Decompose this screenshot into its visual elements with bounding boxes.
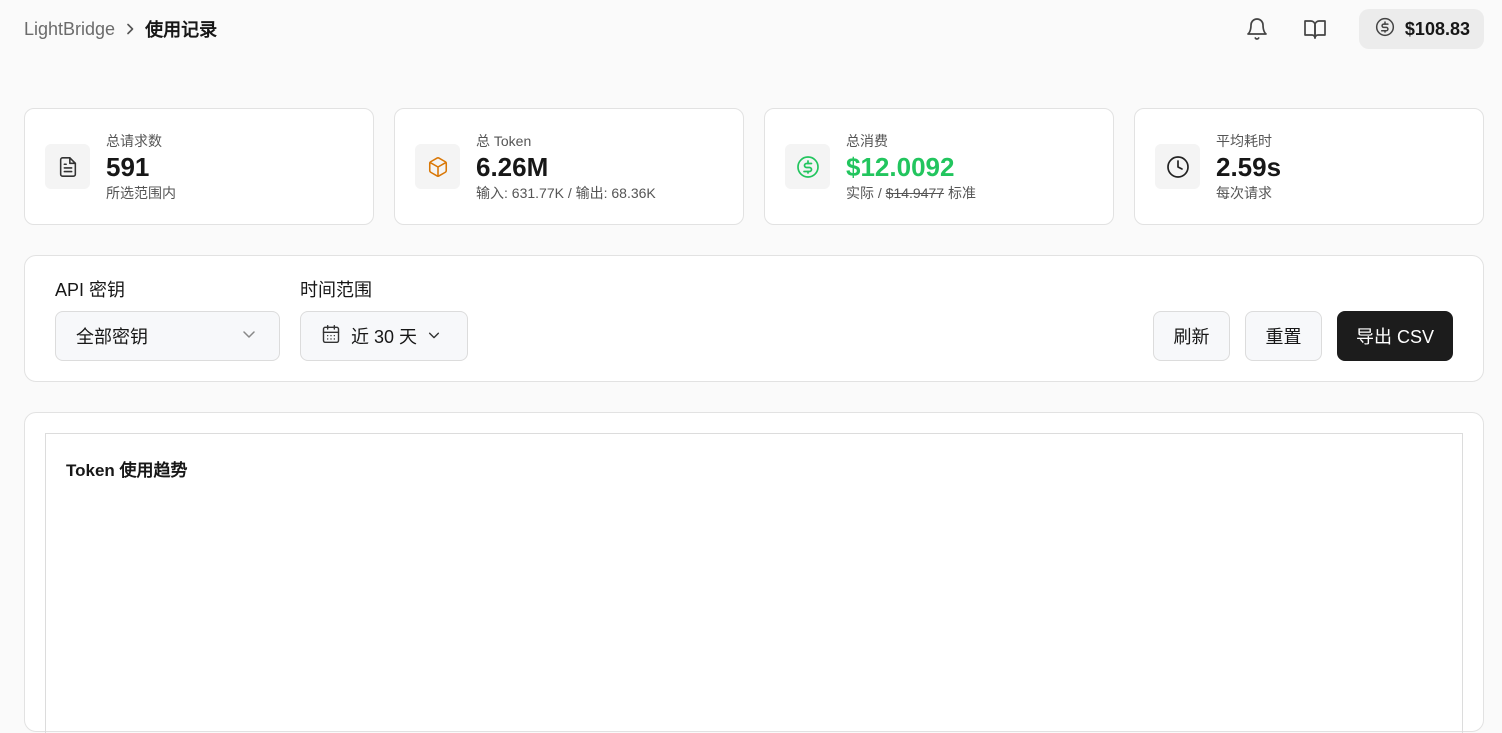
file-text-icon	[45, 144, 90, 189]
stat-sub: 实际 / $14.9477 标准	[846, 184, 976, 202]
balance-button[interactable]: $108.83	[1358, 9, 1484, 49]
api-key-select[interactable]: 全部密钥	[55, 311, 280, 361]
stat-value: 591	[106, 151, 150, 182]
stat-card-requests: 总请求数 591 所选范围内	[24, 108, 374, 225]
api-key-label: API 密钥	[55, 280, 126, 300]
dollar-circle-icon	[1375, 17, 1395, 42]
stat-card-cost: 总消费 $12.0092 实际 / $14.9477 标准	[764, 108, 1114, 225]
chevron-down-icon	[241, 326, 257, 347]
chart-title: Token 使用趋势	[66, 461, 188, 480]
stat-label: 总请求数	[106, 132, 162, 149]
stat-sub: 输入: 631.77K / 输出: 68.36K	[476, 184, 656, 201]
calendar-icon	[321, 324, 341, 349]
clock-icon	[1155, 144, 1200, 189]
stat-sub: 每次请求	[1216, 184, 1272, 201]
time-range-value: 近 30 天	[351, 327, 418, 347]
chevron-right-icon	[125, 23, 135, 35]
stat-value: $12.0092	[846, 151, 955, 182]
top-bar: LightBridge 使用记录 $108.83	[0, 0, 1502, 58]
stats-row: 总请求数 591 所选范围内 总 Token 6.26M 输入: 631.77K…	[24, 108, 1484, 225]
cost-standard-label: 标准	[944, 184, 976, 201]
balance-amount: $108.83	[1404, 18, 1470, 39]
export-csv-button[interactable]: 导出 CSV	[1337, 311, 1453, 361]
time-range-select[interactable]: 近 30 天	[300, 311, 468, 361]
token-usage-chart: Token 使用趋势	[45, 433, 1463, 733]
stat-card-tokens: 总 Token 6.26M 输入: 631.77K / 输出: 68.36K	[394, 108, 744, 225]
book-open-icon[interactable]	[1301, 15, 1329, 43]
stat-value: 2.59s	[1216, 151, 1282, 182]
dollar-circle-icon	[785, 144, 830, 189]
stat-label: 平均耗时	[1216, 132, 1272, 149]
reset-button[interactable]: 重置	[1245, 311, 1322, 361]
chevron-down-icon	[427, 326, 441, 347]
cost-standard-amount: $14.9477	[885, 184, 945, 201]
api-key-select-value: 全部密钥	[76, 327, 148, 347]
stat-card-latency: 平均耗时 2.59s 每次请求	[1134, 108, 1484, 225]
time-range-filter: 时间范围 近 30 天	[300, 278, 468, 361]
stat-sub: 所选范围内	[106, 184, 176, 201]
breadcrumb-app-link[interactable]: LightBridge	[24, 19, 115, 40]
stat-label: 总 Token	[476, 132, 532, 149]
api-key-filter: API 密钥 全部密钥	[55, 278, 280, 361]
bell-icon[interactable]	[1243, 15, 1271, 43]
time-range-label: 时间范围	[300, 280, 372, 300]
top-actions: $108.83	[1243, 9, 1484, 49]
stat-value: 6.26M	[476, 151, 549, 182]
refresh-button[interactable]: 刷新	[1153, 311, 1230, 361]
cost-actual-label: 实际 /	[846, 184, 886, 201]
page-title: 使用记录	[145, 20, 218, 40]
breadcrumb: LightBridge 使用记录	[24, 16, 217, 42]
stat-label: 总消费	[846, 132, 888, 149]
box-icon	[415, 144, 460, 189]
chart-card: Token 使用趋势	[24, 412, 1484, 733]
filter-panel: API 密钥 全部密钥 时间范围 近 30 天 刷新 重置 导出 CSV	[24, 255, 1484, 382]
